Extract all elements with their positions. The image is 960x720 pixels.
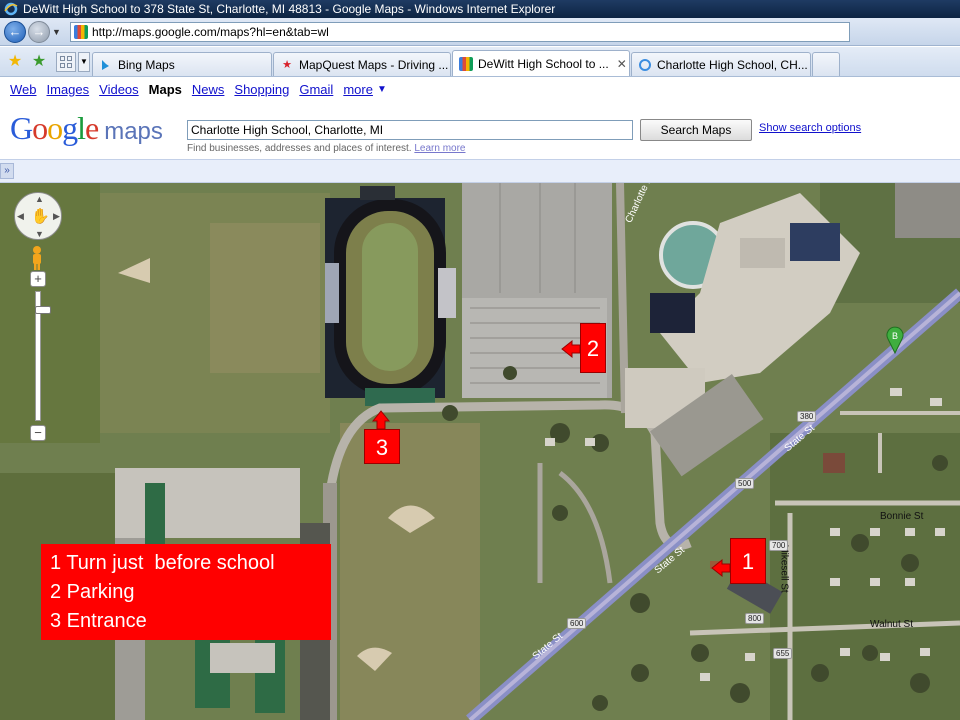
arrow-to-turn bbox=[711, 558, 731, 578]
forward-arrow-icon: → bbox=[32, 24, 46, 39]
quick-tabs-button[interactable] bbox=[56, 52, 76, 72]
bing-icon bbox=[99, 58, 113, 72]
nav-shopping-link[interactable]: Shopping bbox=[234, 82, 289, 97]
favorites-star-icon[interactable]: ★ bbox=[6, 53, 24, 71]
recent-pages-dropdown[interactable]: ▼ bbox=[52, 27, 64, 37]
more-caret-icon[interactable]: ▼ bbox=[377, 84, 387, 95]
learn-more-link[interactable]: Learn more bbox=[414, 143, 465, 154]
maps-search-header: Googlemaps Search Maps Show search optio… bbox=[0, 101, 960, 159]
tab-bar: ★ ★ ▼ Bing Maps ★ MapQuest Maps - Drivin… bbox=[0, 47, 960, 77]
back-arrow-icon: ← bbox=[8, 24, 22, 39]
nav-web-link[interactable]: Web bbox=[10, 82, 37, 97]
nav-maps-current: Maps bbox=[148, 81, 182, 97]
tab-label: Charlotte High School, CH... bbox=[657, 57, 808, 72]
annotation-marker-3: 3 bbox=[364, 429, 400, 464]
directions-legend: 1 Turn just before school 2 Parking 3 En… bbox=[41, 544, 331, 640]
tab-label: MapQuest Maps - Driving ... bbox=[299, 57, 449, 72]
close-tab-icon[interactable]: ✕ bbox=[617, 57, 627, 71]
tab-label: Bing Maps bbox=[118, 57, 175, 72]
annotation-marker-2: 2 bbox=[580, 323, 606, 373]
arrow-to-parking bbox=[561, 339, 581, 359]
legend-item: 3 Entrance bbox=[50, 610, 147, 632]
forward-button[interactable]: → bbox=[28, 20, 50, 43]
show-search-options-link[interactable]: Show search options bbox=[759, 122, 861, 134]
tab-charlotte-high-school[interactable]: Charlotte High School, CH... bbox=[631, 52, 811, 76]
tab-mapquest[interactable]: ★ MapQuest Maps - Driving ... bbox=[273, 52, 451, 76]
address-field[interactable]: http://maps.google.com/maps?hl=en&tab=wl bbox=[70, 21, 850, 42]
internet-explorer-icon bbox=[4, 2, 18, 16]
window-title: DeWitt High School to 378 State St, Char… bbox=[23, 2, 556, 16]
legend-item: 1 Turn just before school bbox=[50, 552, 275, 574]
address-toolbar: ← → ▼ http://maps.google.com/maps?hl=en&… bbox=[0, 18, 960, 46]
mapquest-star-icon: ★ bbox=[282, 59, 292, 71]
expand-panel-button[interactable]: » bbox=[0, 163, 14, 179]
search-hint-text: Find businesses, addresses and places of… bbox=[187, 143, 412, 154]
address-url: http://maps.google.com/maps?hl=en&tab=wl bbox=[92, 24, 329, 39]
arrow-to-entrance bbox=[371, 410, 391, 430]
window-title-bar: DeWitt High School to 378 State St, Char… bbox=[0, 0, 960, 18]
nav-gmail-link[interactable]: Gmail bbox=[299, 82, 333, 97]
annotation-marker-1: 1 bbox=[730, 538, 766, 584]
nav-more-link[interactable]: more bbox=[343, 82, 373, 97]
search-hint: Find businesses, addresses and places of… bbox=[187, 143, 466, 154]
google-maps-logo[interactable]: Google maps bbox=[10, 111, 163, 149]
tab-dewitt-high-school[interactable]: DeWitt High School to ... ✕ bbox=[452, 50, 630, 76]
side-panel-strip: » bbox=[0, 159, 960, 183]
google-nav-bar: Web Images Videos Maps News Shopping Gma… bbox=[0, 77, 960, 101]
ie-page-icon bbox=[638, 58, 652, 72]
nav-images-link[interactable]: Images bbox=[47, 82, 90, 97]
map-view[interactable]: State St State St State St Bonnie St Wal… bbox=[0, 183, 960, 720]
logo-maps-text: maps bbox=[104, 118, 163, 145]
add-favorites-icon[interactable]: ★ bbox=[30, 53, 48, 71]
legend-item: 2 Parking bbox=[50, 581, 135, 603]
search-maps-button[interactable]: Search Maps bbox=[640, 119, 752, 141]
nav-news-link[interactable]: News bbox=[192, 82, 225, 97]
tab-list-dropdown[interactable]: ▼ bbox=[78, 52, 90, 72]
new-tab-button[interactable] bbox=[812, 52, 840, 76]
google-favicon-icon bbox=[74, 24, 88, 39]
tab-bing-maps[interactable]: Bing Maps bbox=[92, 52, 272, 76]
google-icon bbox=[459, 56, 473, 71]
search-input[interactable] bbox=[187, 120, 633, 140]
tab-label: DeWitt High School to ... bbox=[478, 56, 609, 71]
back-button[interactable]: ← bbox=[4, 20, 26, 43]
nav-videos-link[interactable]: Videos bbox=[99, 82, 139, 97]
